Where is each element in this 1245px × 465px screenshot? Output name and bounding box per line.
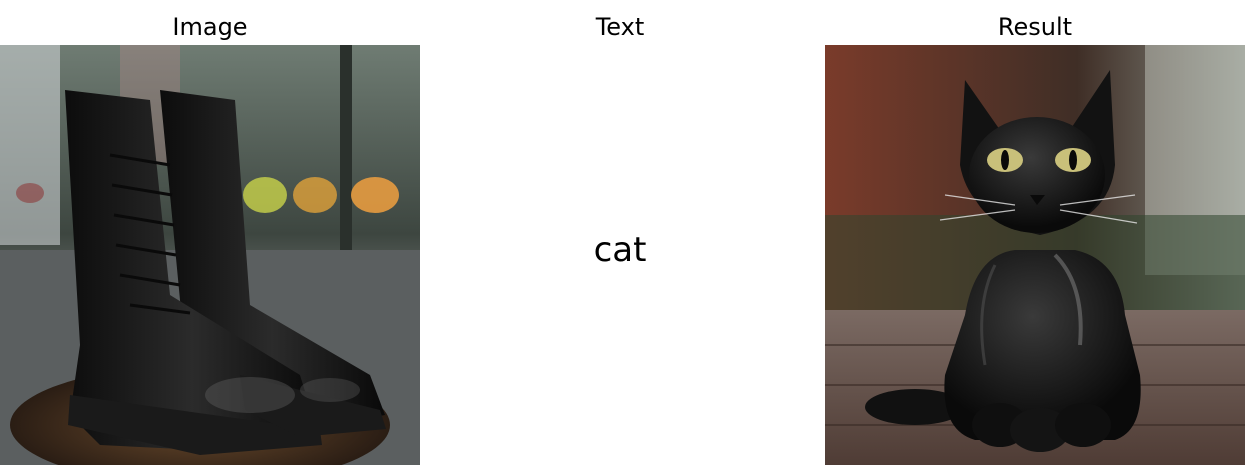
result-image bbox=[825, 45, 1245, 465]
cat-photo bbox=[825, 45, 1245, 465]
input-image bbox=[0, 45, 420, 465]
column-header-result: Result bbox=[997, 13, 1073, 41]
column-header-text: Text bbox=[595, 13, 645, 41]
prompt-text: cat bbox=[593, 230, 647, 270]
boots-photo bbox=[0, 45, 420, 465]
column-header-image: Image bbox=[172, 13, 248, 41]
